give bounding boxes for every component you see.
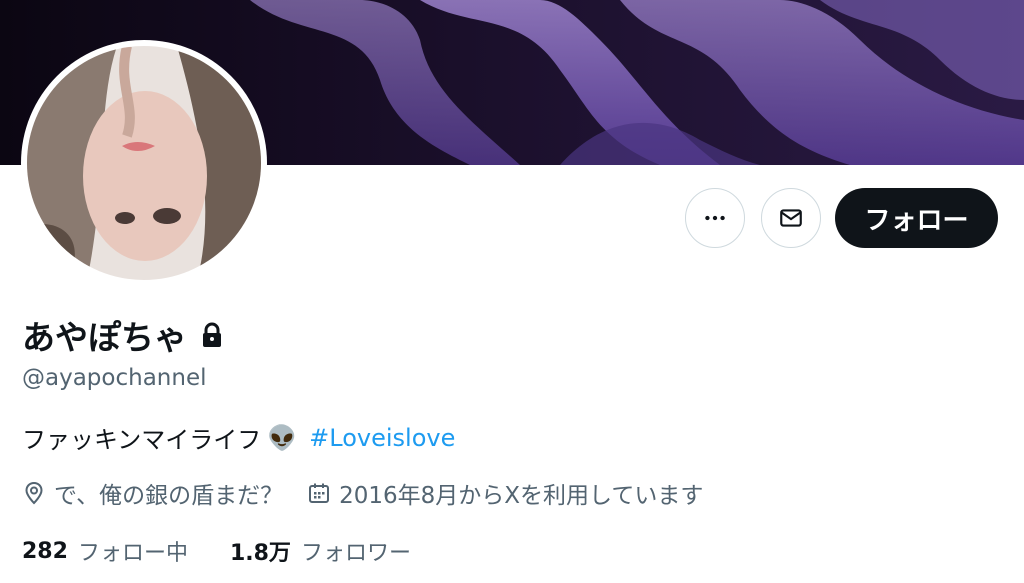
profile-meta: で、俺の銀の盾まだ？ 2016年8月からXを利用しています <box>22 477 703 509</box>
location-pin-icon <box>25 481 43 505</box>
followers-link[interactable]: 1.8万 フォロワー <box>230 535 411 567</box>
mail-icon <box>780 209 802 227</box>
more-button[interactable] <box>685 188 745 248</box>
following-link[interactable]: 282 フォロー中 <box>22 535 188 567</box>
more-horizontal-icon <box>705 215 725 221</box>
joined-date: 2016年8月からXを利用しています <box>339 483 704 509</box>
display-name: あやぽちゃ <box>22 318 187 357</box>
user-handle: @ayapochannel <box>22 365 207 391</box>
display-name-row: あやぽちゃ <box>22 314 223 357</box>
followers-label: フォロワー <box>300 541 411 566</box>
follow-button[interactable]: フォロー <box>835 188 998 248</box>
location-item: で、俺の銀の盾まだ？ <box>22 476 283 510</box>
avatar[interactable] <box>27 46 261 280</box>
alien-emoji: 👽 <box>267 423 298 452</box>
hashtag-link[interactable]: #Loveislove <box>309 424 455 452</box>
bio-text: ファッキンマイライフ <box>22 426 262 454</box>
follow-stats: 282 フォロー中 1.8万 フォロワー <box>22 535 411 567</box>
lock-icon <box>203 322 221 347</box>
avatar-frame[interactable] <box>21 40 267 286</box>
bio: ファッキンマイライフ 👽 #Loveislove <box>22 420 455 455</box>
following-count: 282 <box>22 538 68 564</box>
calendar-icon <box>309 483 330 503</box>
following-label: フォロー中 <box>77 541 188 566</box>
followers-count: 1.8万 <box>229 541 291 566</box>
joined-item: 2016年8月からXを利用しています <box>307 476 703 510</box>
message-button[interactable] <box>761 188 821 248</box>
location-text: で、俺の銀の盾まだ？ <box>54 483 284 509</box>
